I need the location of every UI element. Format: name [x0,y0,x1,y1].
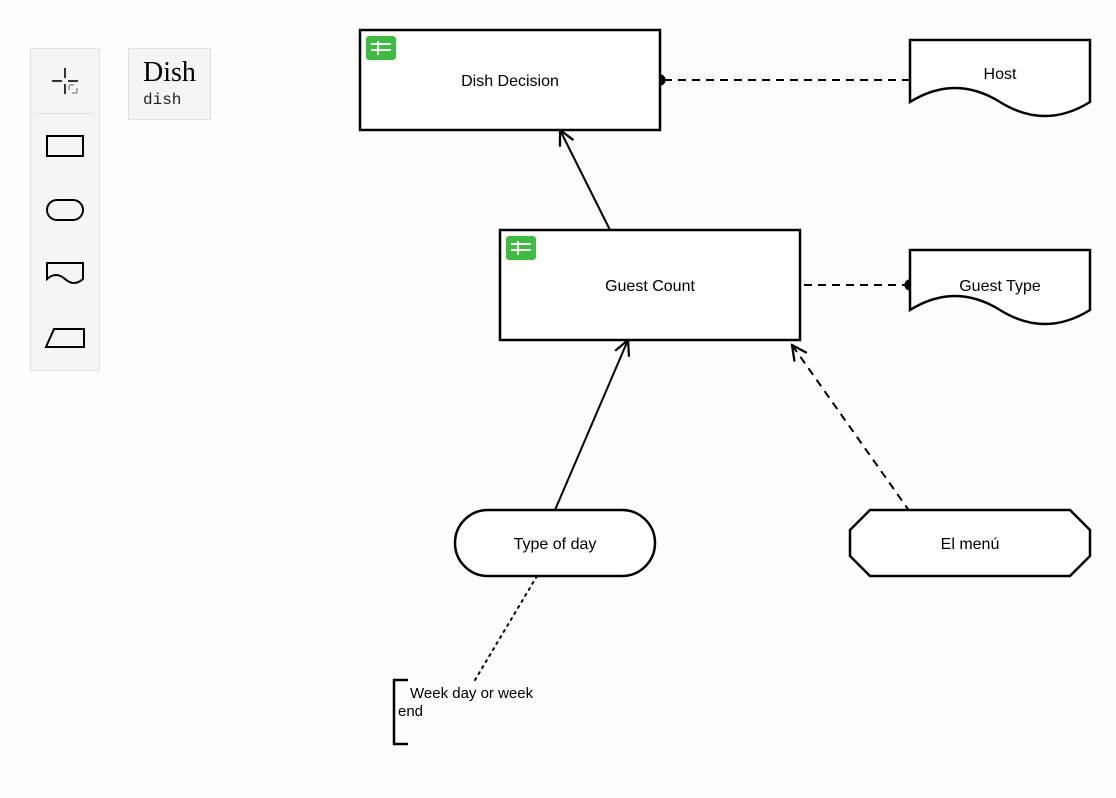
edge-elmenu-to-guestcount[interactable] [792,345,910,512]
annotation-weekday[interactable]: Week day or week end [394,680,534,744]
edge-typeofday-to-guestcount[interactable] [555,340,628,510]
node-type-of-day[interactable]: Type of day [455,510,655,576]
node-host[interactable]: Host [910,40,1090,116]
table-icon [366,36,396,60]
node-guest-type[interactable]: Guest Type [910,250,1090,324]
edge-annotation-to-typeofday[interactable] [475,576,537,680]
node-dish-decision[interactable]: Dish Decision [360,30,660,130]
node-el-menu[interactable]: El menú [850,510,1090,576]
annotation-line2: end [398,703,423,720]
table-icon [506,236,536,260]
annotation-line1: Week day or week [410,685,534,702]
edge-guestcount-to-dishdecision[interactable] [560,130,610,230]
node-guest-count[interactable]: Guest Count [500,230,800,340]
diagram-canvas[interactable]: Dish Decision Guest Count Host Guest Typ… [0,0,1116,798]
